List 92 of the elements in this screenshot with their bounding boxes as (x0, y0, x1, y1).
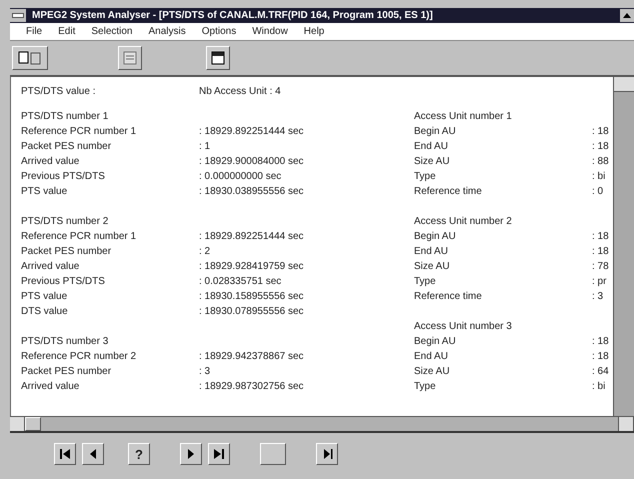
field-label: PTS value (21, 291, 68, 302)
field-label: Reference time (414, 186, 483, 197)
list-button[interactable] (118, 46, 142, 70)
field-label: DTS value (21, 306, 69, 317)
blank-button[interactable] (260, 443, 286, 465)
field-value: : 18 (592, 141, 609, 152)
field-label: Packet PES number (21, 246, 112, 257)
field-label: Size AU (414, 366, 451, 377)
field-label: Reference PCR number 1 (21, 126, 138, 137)
copy-icon (17, 50, 43, 66)
field-label: Type (414, 381, 437, 392)
next-button[interactable] (180, 443, 202, 465)
window-icon (211, 51, 225, 65)
field-label: End AU (414, 246, 449, 257)
field-value: : 18930.038955556 sec (199, 186, 304, 197)
field-value: : 18929.892251444 sec (199, 231, 304, 242)
field-label: Size AU (414, 261, 451, 272)
menu-item[interactable]: Edit (58, 26, 76, 37)
menu-item[interactable]: File (26, 26, 42, 37)
field-label: Type (414, 171, 437, 182)
skip-forward-icon (213, 448, 225, 460)
last-button[interactable] (208, 443, 230, 465)
field-label: Previous PTS/DTS (21, 171, 106, 182)
field-value: : 18929.900084000 sec (199, 156, 304, 167)
field-value: : 18 (592, 351, 609, 362)
field-value: : 3 (199, 366, 210, 377)
maximize-icon[interactable] (620, 9, 634, 22)
field-value: : 0.000000000 sec (199, 171, 282, 182)
block-heading: PTS/DTS number 2 (21, 216, 108, 227)
field-value: : 18 (592, 231, 609, 242)
field-label: End AU (414, 141, 449, 152)
field-value: : 18930.158955556 sec (199, 291, 304, 302)
field-value: : pr (592, 276, 606, 287)
field-value: : 18929.987302756 sec (199, 381, 304, 392)
system-menu-icon[interactable] (10, 9, 26, 22)
field-value: : 88 (592, 156, 609, 167)
field-value: : 18930.078955556 sec (199, 306, 304, 317)
field-label: Type (414, 276, 437, 287)
window-button[interactable] (206, 46, 230, 70)
menu-item[interactable]: Selection (91, 26, 132, 37)
pts-dts-value-label: PTS/DTS value : (21, 86, 96, 96)
horizontal-scrollbar[interactable] (10, 416, 634, 433)
field-label: Arrived value (21, 261, 80, 272)
field-label: Reference PCR number 1 (21, 231, 138, 242)
play-button[interactable] (316, 443, 338, 465)
block-heading: PTS/DTS number 3 (21, 336, 108, 347)
block-heading: Access Unit number 3 (414, 321, 512, 332)
skip-back-icon (59, 448, 71, 460)
block-heading: PTS/DTS number 1 (21, 111, 108, 122)
field-value: : 64 (592, 366, 609, 377)
field-value: : 18 (592, 126, 609, 137)
menu-item[interactable]: Analysis (148, 26, 186, 37)
field-label: Reference PCR number 2 (21, 351, 138, 362)
field-label: End AU (414, 351, 449, 362)
access-unit-count: Nb Access Unit : 4 (199, 86, 281, 96)
field-value: : 18929.892251444 sec (199, 126, 304, 137)
field-value: : 2 (199, 246, 210, 257)
field-value: : bi (592, 171, 606, 182)
field-label: Previous PTS/DTS (21, 276, 106, 287)
play-icon (321, 448, 333, 460)
field-label: Arrived value (21, 381, 80, 392)
field-value: : 18 (592, 336, 609, 347)
field-label: Packet PES number (21, 366, 112, 377)
field-label: Begin AU (414, 336, 457, 347)
help-button[interactable]: ? (128, 443, 150, 465)
field-label: Begin AU (414, 126, 457, 137)
field-value: : 0 (592, 186, 604, 197)
window-title: MPEG2 System Analyser - [PTS/DTS of CANAL.M.TRF(PID 164, Program 1005, ES 1)] (32, 10, 434, 21)
field-label: PTS value (21, 186, 68, 197)
vertical-scrollbar[interactable] (613, 77, 634, 416)
field-value: : bi (592, 381, 606, 392)
field-label: Packet PES number (21, 141, 112, 152)
field-value: : 3 (592, 291, 604, 302)
previous-button[interactable] (82, 443, 104, 465)
field-label: Arrived value (21, 156, 80, 167)
field-label: Size AU (414, 156, 451, 167)
menu-item[interactable]: Help (304, 26, 324, 37)
menu-item[interactable]: Window (252, 26, 288, 37)
field-label: Begin AU (414, 231, 457, 242)
block-heading: Access Unit number 1 (414, 111, 512, 122)
field-label: Reference time (414, 291, 483, 302)
first-button[interactable] (54, 443, 76, 465)
field-value: : 78 (592, 261, 609, 272)
field-value: : 0.028335751 sec (199, 276, 282, 287)
copy-button[interactable] (12, 46, 48, 70)
menu-item[interactable]: Options (202, 26, 236, 37)
field-value: : 18 (592, 246, 609, 257)
block-heading: Access Unit number 2 (414, 216, 512, 227)
list-icon (123, 51, 137, 65)
field-value: : 1 (199, 141, 210, 152)
field-value: : 18929.942378867 sec (199, 351, 304, 362)
field-value: : 18929.928419759 sec (199, 261, 304, 272)
